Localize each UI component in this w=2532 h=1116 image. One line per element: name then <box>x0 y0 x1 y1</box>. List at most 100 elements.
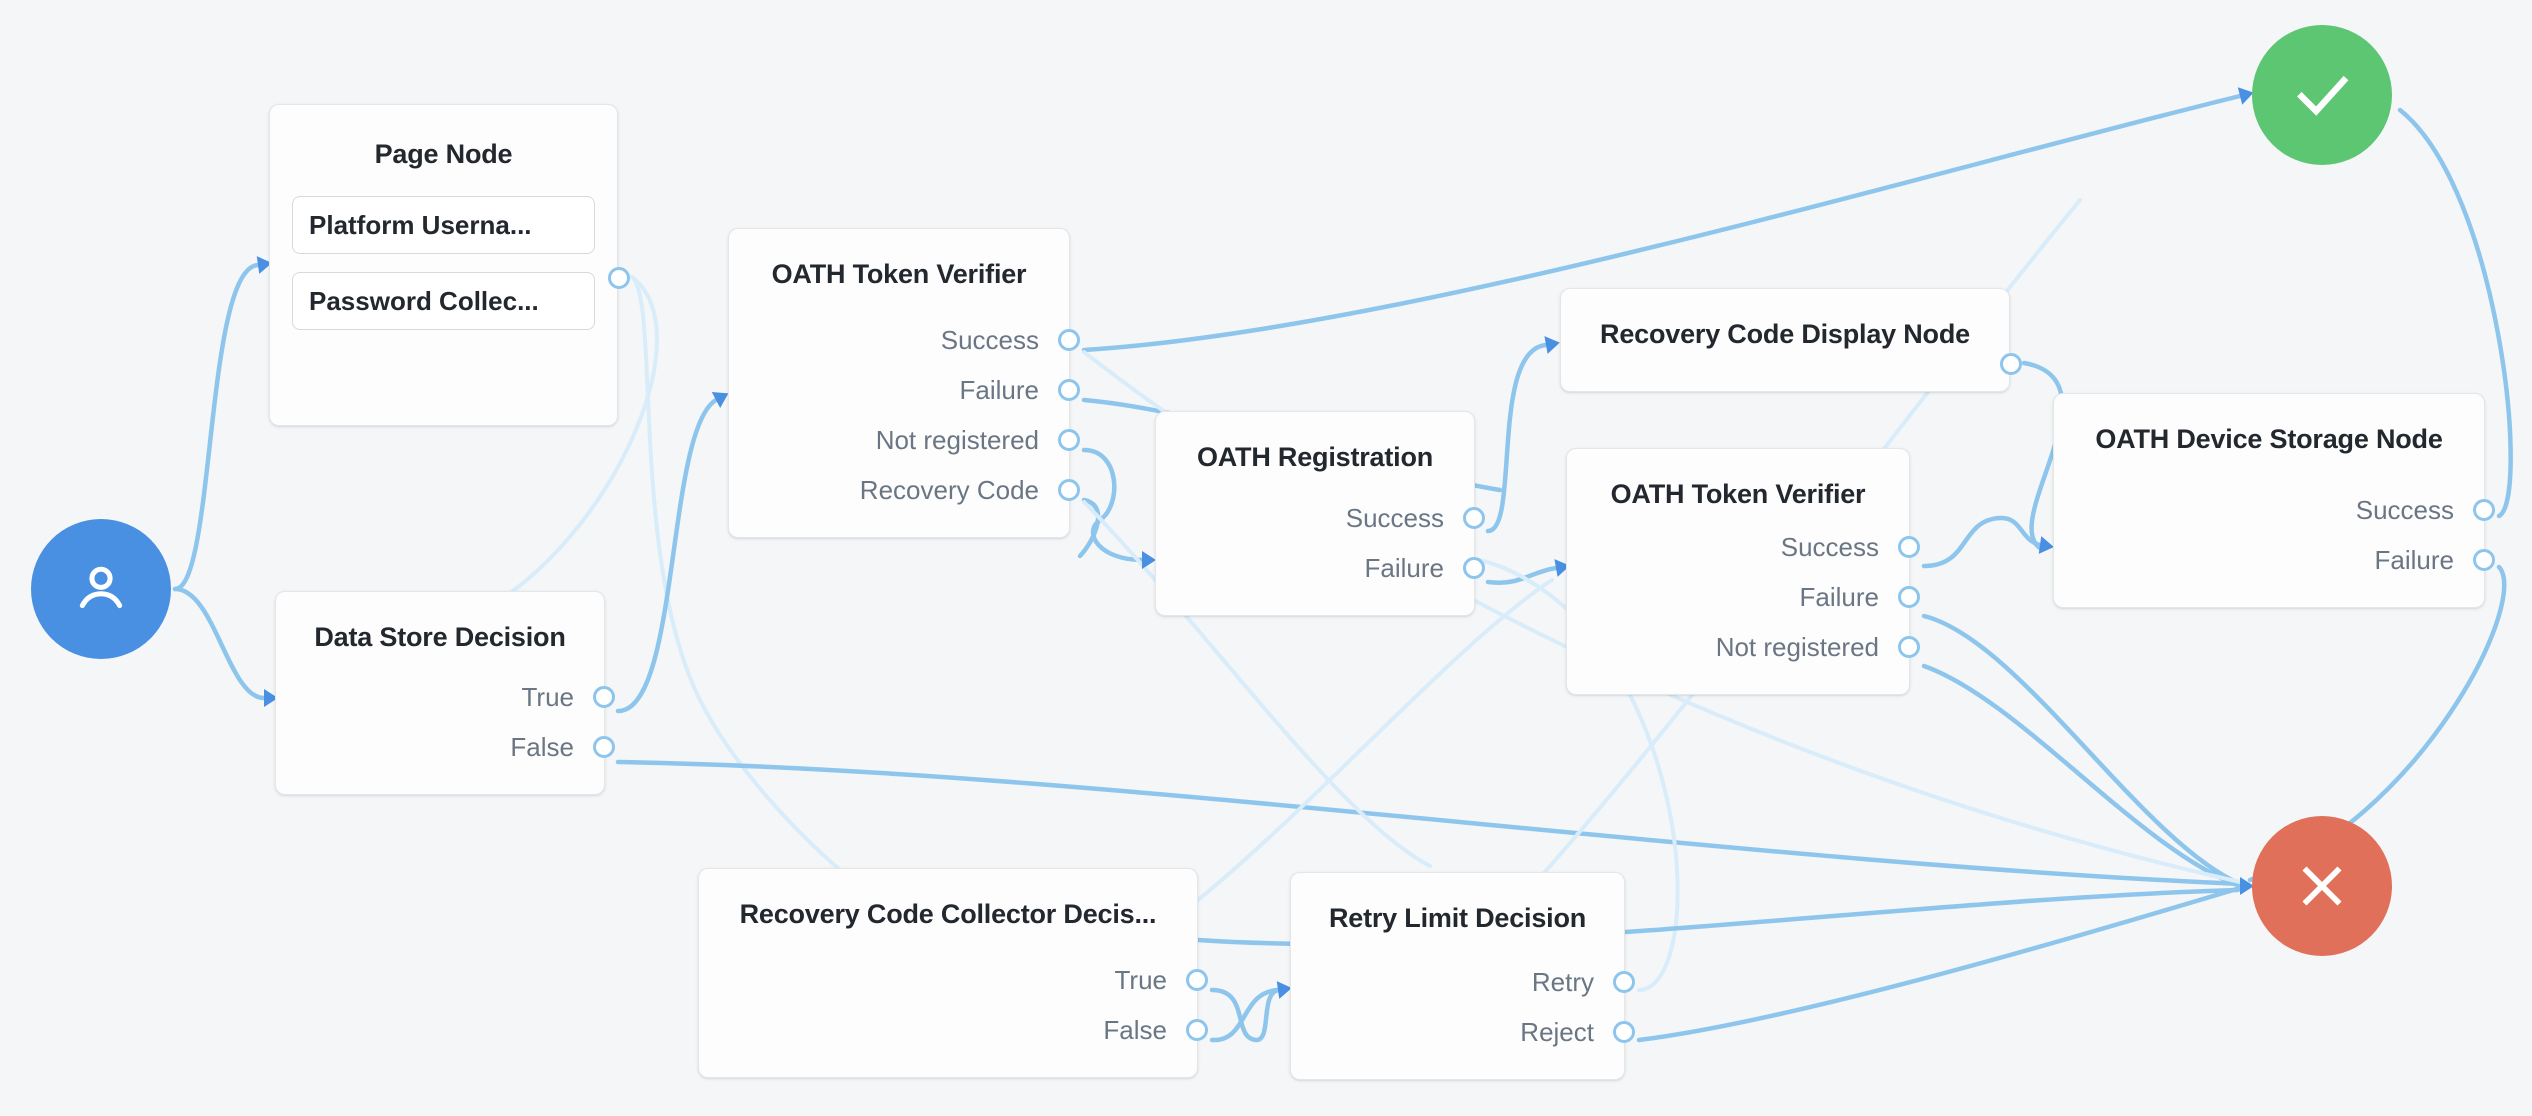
port-row[interactable]: Failure <box>2356 535 2495 585</box>
node-oath-token-verifier-1[interactable]: OATH Token Verifier Success Failure Not reg… <box>728 228 1080 538</box>
node-oath-registration[interactable]: OATH Registration Success Failure <box>1155 411 1485 616</box>
port-row[interactable]: Recovery Code <box>859 465 1080 515</box>
node-fields: Platform Userna... Password Collec... <box>270 170 617 330</box>
port-row[interactable]: Retry <box>1520 957 1635 1007</box>
node-field[interactable]: Platform Userna... <box>292 196 595 254</box>
port-label: False <box>1103 1014 1167 1045</box>
edge[interactable] <box>1921 613 2243 887</box>
port-row[interactable]: Success <box>1345 493 1485 543</box>
edge[interactable] <box>1196 578 1554 902</box>
port-label: Recovery Code <box>859 474 1039 505</box>
node-title: Data Store Decision <box>314 622 566 652</box>
node-title: OATH Device Storage Node <box>2095 424 2443 454</box>
port-row[interactable]: False <box>510 722 615 772</box>
port-connector[interactable] <box>1058 479 1080 501</box>
port-connector[interactable] <box>2473 549 2495 571</box>
node-title: Recovery Code Collector Decis... <box>739 899 1157 929</box>
port-connector[interactable] <box>1898 536 1920 558</box>
start-user-node[interactable] <box>31 519 171 659</box>
port-connector[interactable] <box>1186 1019 1208 1041</box>
port-row[interactable]: Not registered <box>860 415 1080 465</box>
edge[interactable] <box>1485 565 1559 585</box>
port-row[interactable]: Success <box>1716 522 1920 572</box>
edge[interactable] <box>172 262 261 592</box>
node-ports: Success Failure <box>2355 485 2495 585</box>
failure-node[interactable] <box>2252 816 2392 956</box>
port-label: Success <box>1780 531 1879 562</box>
node-recovery-code-display-node[interactable]: Recovery Code Display Node <box>1560 288 2022 392</box>
edge-arrowhead <box>1544 336 1560 354</box>
port-label: False <box>510 731 574 762</box>
port-connector[interactable] <box>2473 499 2495 521</box>
port-row[interactable]: Failure <box>1346 543 1485 593</box>
port-connector[interactable] <box>1463 557 1485 579</box>
edge[interactable] <box>1081 447 1145 563</box>
edge[interactable] <box>1636 885 2243 1043</box>
port-connector[interactable] <box>1058 429 1080 451</box>
port-row[interactable]: Reject <box>1520 1007 1635 1057</box>
edge[interactable] <box>1485 342 1549 534</box>
port-connector[interactable] <box>593 736 615 758</box>
port-label: Failure <box>1799 581 1879 612</box>
node-retry-limit-decision[interactable]: Retry Limit Decision Retry Reject <box>1290 872 1635 1080</box>
edge-arrowhead <box>1142 551 1156 569</box>
port-row[interactable]: Failure <box>1716 572 1920 622</box>
node-field[interactable]: Password Collec... <box>292 272 595 330</box>
port-label: Success <box>1345 502 1444 533</box>
node-ports: Success Failure <box>1345 493 1485 593</box>
node-ports: True False <box>510 672 615 772</box>
close-icon <box>2291 855 2353 917</box>
node-ports: Success Failure Not registered <box>1715 522 1920 672</box>
port-connector[interactable] <box>608 267 630 289</box>
port-label: Retry <box>1531 966 1594 997</box>
port-connector[interactable] <box>1058 379 1080 401</box>
edge[interactable] <box>1077 497 1101 559</box>
node-oath-device-storage-node[interactable]: OATH Device Storage Node Success Failure <box>2053 393 2495 608</box>
port-connector[interactable] <box>2000 353 2022 375</box>
flow-canvas[interactable]: Page Node Platform Userna... Password Coll… <box>0 0 2532 1116</box>
node-recovery-code-collector-decision[interactable]: Recovery Code Collector Decis... True Fals… <box>698 868 1208 1078</box>
port-row[interactable]: True <box>1103 955 1208 1005</box>
node-title: OATH Token Verifier <box>771 259 1027 289</box>
port-connector[interactable] <box>1058 329 1080 351</box>
edge[interactable] <box>1921 663 2243 889</box>
port-label: True <box>521 681 575 712</box>
port-row[interactable]: Failure <box>860 365 1080 415</box>
node-data-store-decision[interactable]: Data Store Decision True False <box>275 591 615 795</box>
node-title: Retry Limit Decision <box>1328 903 1587 933</box>
port-connector[interactable] <box>1463 507 1485 529</box>
port-row[interactable]: False <box>1103 1005 1208 1055</box>
port-label: Success <box>2355 494 2454 525</box>
node-ports: True False <box>1103 955 1208 1055</box>
edge[interactable] <box>615 397 719 714</box>
edge[interactable] <box>1921 515 2043 569</box>
node-title: OATH Registration <box>1196 442 1434 472</box>
port-connector[interactable] <box>1186 969 1208 991</box>
edge[interactable] <box>172 586 267 701</box>
node-title: Recovery Code Display Node <box>1600 319 1970 349</box>
node-title: Page Node <box>374 139 513 169</box>
port-label: Failure <box>1364 552 1444 583</box>
success-node[interactable] <box>2252 25 2392 165</box>
node-ports: Retry Reject <box>1520 957 1635 1057</box>
port-label: Not registered <box>1715 631 1879 662</box>
port-connector[interactable] <box>1898 636 1920 658</box>
port-label: Reject <box>1520 1016 1594 1047</box>
port-label: Not registered <box>875 424 1039 455</box>
port-connector[interactable] <box>593 686 615 708</box>
port-row[interactable]: Success <box>860 315 1080 365</box>
port-label: True <box>1114 964 1168 995</box>
edge[interactable] <box>1209 987 1281 1043</box>
port-connector[interactable] <box>1613 1021 1635 1043</box>
node-oath-token-verifier-2[interactable]: OATH Token Verifier Success Failure Not reg… <box>1566 448 1920 695</box>
port-row[interactable]: True <box>510 672 615 722</box>
port-connector[interactable] <box>1613 971 1635 993</box>
port-connector[interactable] <box>1898 586 1920 608</box>
port-row[interactable]: Success <box>2355 485 2495 535</box>
edge[interactable] <box>1209 987 1281 1043</box>
node-title: OATH Token Verifier <box>1610 479 1866 509</box>
node-page-node[interactable]: Page Node Platform Userna... Password Coll… <box>269 104 630 426</box>
user-icon <box>69 557 133 621</box>
port-row[interactable]: Not registered <box>1715 622 1920 672</box>
edge[interactable] <box>615 759 2243 887</box>
